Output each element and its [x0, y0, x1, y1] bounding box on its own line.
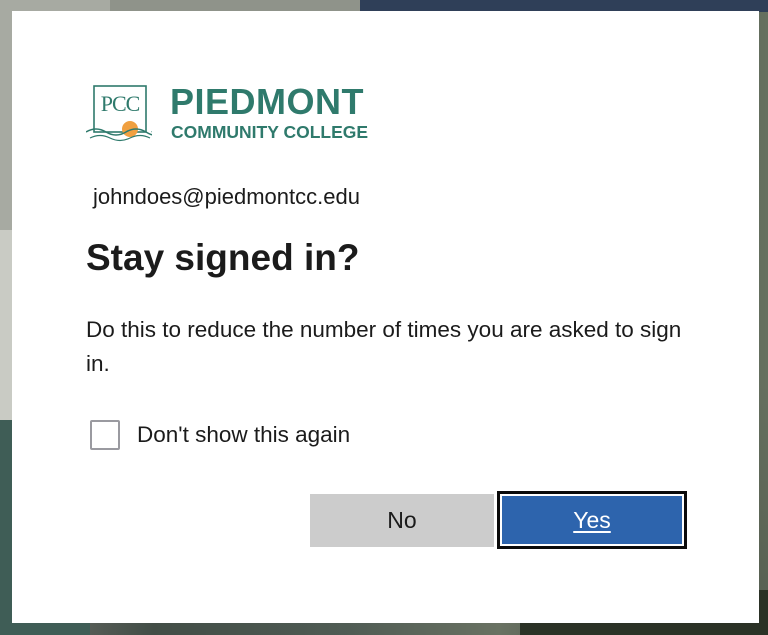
pcc-logo-mark: PCC [86, 85, 152, 142]
yes-button-label: Yes [573, 506, 611, 533]
account-email: johndoes@piedmontcc.edu [93, 184, 360, 209]
no-button-label: No [387, 507, 417, 533]
college-logo: PCC PIEDMONT COMMUNITY COLLEGE [86, 81, 376, 147]
dialog-title: Stay signed in? [86, 237, 360, 278]
logo-mark-text: PCC [101, 91, 140, 116]
no-button[interactable]: No [310, 494, 494, 547]
dont-show-again-checkbox[interactable] [90, 420, 120, 450]
dont-show-again-label[interactable]: Don't show this again [137, 422, 350, 448]
logo-name-line2: COMMUNITY COLLEGE [171, 122, 369, 142]
dont-show-again-row[interactable]: Don't show this again [90, 418, 350, 452]
yes-button[interactable]: Yes [497, 491, 687, 549]
dialog-description: Do this to reduce the number of times yo… [86, 317, 682, 376]
logo-name-line1: PIEDMONT [170, 81, 365, 122]
